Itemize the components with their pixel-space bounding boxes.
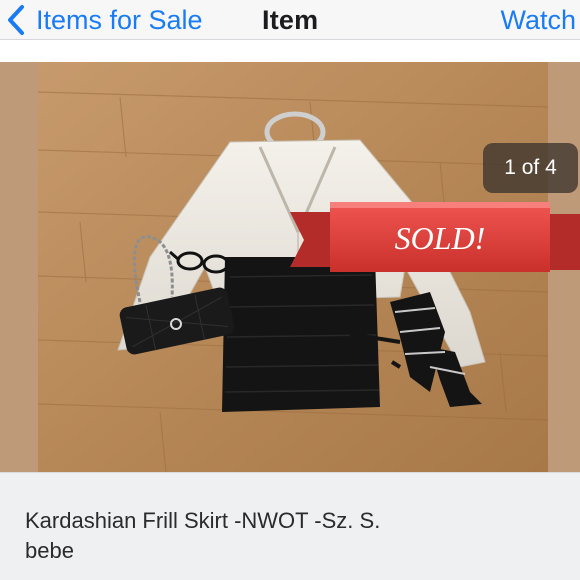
listing-photo: SOLD! — [0, 62, 580, 472]
photo-pager-indicator: 1 of 4 — [483, 143, 578, 193]
page-title: Item — [262, 5, 319, 35]
sold-banner-text: SOLD! — [395, 220, 486, 256]
listing-photo-carousel[interactable]: SOLD! 1 of 4 — [0, 62, 580, 472]
listing-title: Kardashian Frill Skirt -NWOT -Sz. S. beb… — [25, 506, 565, 566]
watch-button[interactable]: Watch — [500, 0, 576, 40]
listing-title-line-2: bebe — [25, 538, 74, 563]
chevron-left-icon — [8, 5, 24, 35]
listing-title-line-1: Kardashian Frill Skirt -NWOT -Sz. S. — [25, 508, 381, 533]
listing-info-panel: Kardashian Frill Skirt -NWOT -Sz. S. beb… — [0, 472, 580, 580]
back-button[interactable]: Items for Sale — [4, 0, 203, 40]
back-button-label: Items for Sale — [36, 4, 203, 35]
navigation-bar: Items for Sale Item Watch — [0, 0, 580, 40]
photo-pager-text: 1 of 4 — [504, 156, 557, 179]
